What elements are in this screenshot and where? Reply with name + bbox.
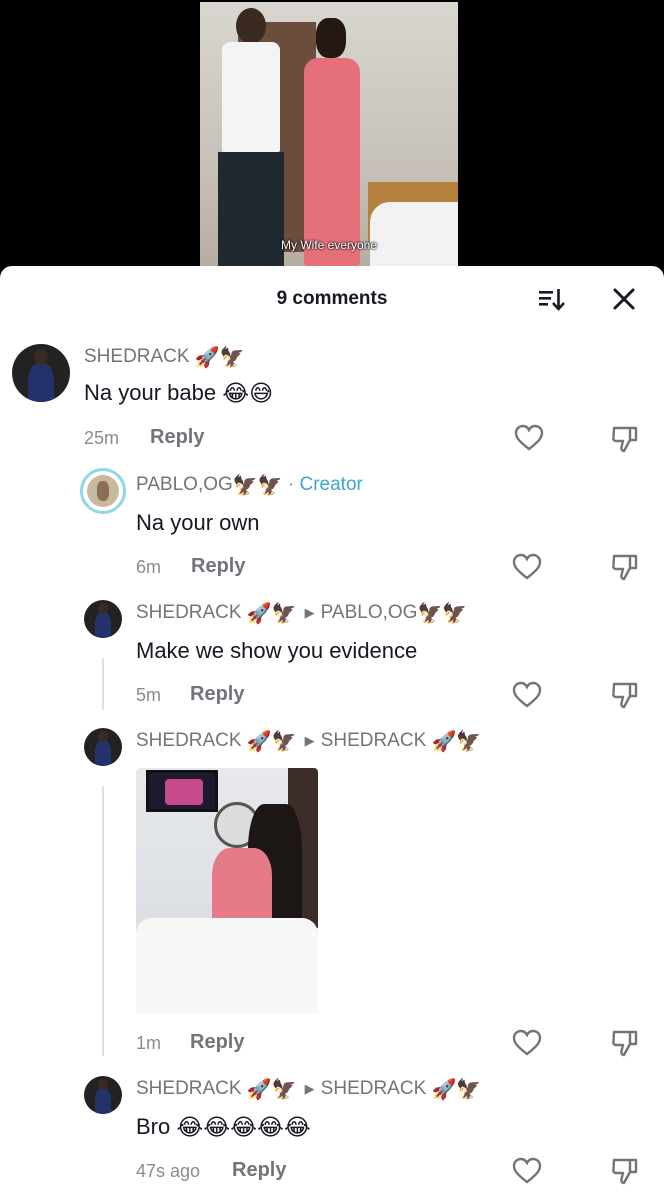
video-bed (370, 202, 458, 266)
username-emoji: 🚀🦅 (246, 728, 297, 753)
thumb-down-icon[interactable] (610, 552, 640, 582)
heart-outline-icon[interactable] (514, 424, 544, 452)
reply-button[interactable]: Reply (190, 1031, 244, 1054)
comment-time: 6m (136, 557, 162, 577)
username-emoji: 🚀🦅 (246, 1076, 297, 1101)
avatar-creator[interactable] (80, 468, 126, 514)
close-icon[interactable] (609, 284, 639, 314)
video-frame[interactable]: My Wife everyone (200, 2, 458, 266)
comment-username[interactable]: SHEDRACK 🚀🦅 ▶ PABLO,OG🦅🦅 (136, 602, 467, 624)
comment-text: Bro 😂😂😂😂😂 (136, 1114, 311, 1141)
avatar[interactable] (84, 728, 122, 766)
reply-to-username[interactable]: SHEDRACK (321, 1078, 427, 1099)
reply-to-username[interactable]: PABLO,OG (321, 602, 418, 623)
comment-time: 5m (136, 685, 162, 705)
heart-outline-icon[interactable] (512, 1029, 542, 1057)
sort-icon[interactable] (536, 284, 566, 314)
username-emoji: 🦅🦅 (232, 472, 283, 497)
comment-emoji: 😂😂😂😂😂 (176, 1114, 311, 1141)
reply-button[interactable]: Reply (190, 683, 244, 706)
creator-label: · Creator (287, 474, 363, 495)
reply-button[interactable]: Reply (191, 555, 245, 578)
comment-time: 1m (136, 1033, 162, 1053)
avatar[interactable] (12, 344, 70, 402)
comment-text: Na your own (136, 510, 260, 535)
right-triangle-icon: ▶ (304, 604, 315, 620)
comment-text: Na your babe 😂😅 (84, 380, 274, 407)
avatar[interactable] (84, 1076, 122, 1114)
comments-sheet: 9 comments SHEDRACK 🚀🦅 Na your babe 😂😅 2… (0, 266, 664, 1200)
comment-username[interactable]: PABLO,OG🦅🦅 · Creator (136, 474, 363, 496)
username-emoji: 🚀🦅 (246, 600, 297, 625)
video-man-figure (214, 8, 286, 266)
thumb-down-icon[interactable] (610, 424, 640, 454)
right-triangle-icon: ▶ (304, 732, 315, 748)
comment-time: 25m (84, 428, 120, 448)
right-triangle-icon: ▶ (304, 1080, 315, 1096)
video-caption: My Wife everyone (280, 238, 378, 252)
thumb-down-icon[interactable] (610, 1156, 640, 1186)
thread-line (102, 786, 104, 1056)
comment-emoji: 😂😅 (222, 380, 274, 407)
avatar[interactable] (84, 600, 122, 638)
reply-button[interactable]: Reply (232, 1159, 286, 1182)
thread-line (102, 658, 104, 710)
comment-time: 47s ago (136, 1161, 201, 1181)
reply-to-emoji: 🚀🦅 (431, 728, 482, 753)
comment-username[interactable]: SHEDRACK 🚀🦅 ▶ SHEDRACK 🚀🦅 (136, 1078, 481, 1100)
reply-to-username[interactable]: SHEDRACK (321, 730, 427, 751)
thumb-down-icon[interactable] (610, 1028, 640, 1058)
reply-to-emoji: 🦅🦅 (417, 600, 468, 625)
reply-to-emoji: 🚀🦅 (431, 1076, 482, 1101)
comment-username[interactable]: SHEDRACK 🚀🦅 ▶ SHEDRACK 🚀🦅 (136, 730, 481, 752)
comments-header: 9 comments (0, 266, 664, 332)
video-player[interactable]: My Wife everyone (0, 0, 664, 270)
reply-button[interactable]: Reply (150, 426, 204, 449)
heart-outline-icon[interactable] (512, 1157, 542, 1185)
heart-outline-icon[interactable] (512, 681, 542, 709)
username-emoji: 🚀🦅 (194, 344, 245, 369)
heart-outline-icon[interactable] (512, 553, 542, 581)
video-woman-figure (300, 18, 366, 266)
thumb-down-icon[interactable] (610, 680, 640, 710)
comment-username[interactable]: SHEDRACK 🚀🦅 (84, 346, 245, 368)
comment-attached-photo[interactable] (136, 768, 318, 1014)
comment-text: Make we show you evidence (136, 638, 418, 663)
